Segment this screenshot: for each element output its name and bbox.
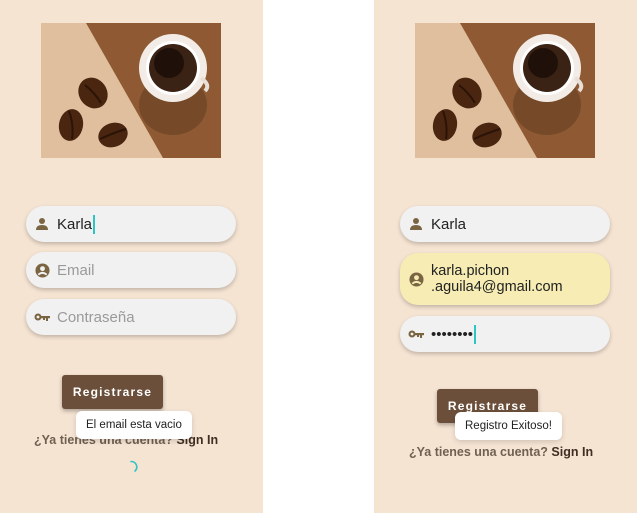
text-cursor xyxy=(93,214,96,234)
password-field[interactable]: Contraseña xyxy=(26,299,236,335)
password-placeholder: Contraseña xyxy=(57,308,135,326)
signin-prompt: ¿Ya tienes una cuenta? xyxy=(409,445,548,459)
password-field[interactable]: •••••••• xyxy=(400,316,610,352)
signin-link[interactable]: Sign In xyxy=(551,445,593,459)
email-field[interactable]: karla.pichon .aguila4@gmail.com xyxy=(400,253,610,305)
password-value: •••••••• xyxy=(431,325,474,343)
email-field[interactable]: Email xyxy=(26,252,236,288)
name-value: Karla xyxy=(431,215,467,233)
register-button[interactable]: Registrarse xyxy=(62,375,163,409)
spinner-icon xyxy=(130,460,138,472)
person-icon xyxy=(34,216,50,232)
email-value: karla.pichon .aguila4@gmail.com xyxy=(431,263,563,295)
toast-message: Registro Exitoso! xyxy=(455,412,562,440)
text-cursor xyxy=(474,324,477,344)
account-circle-icon xyxy=(34,262,50,278)
toast-message: El email esta vacio xyxy=(76,411,192,439)
key-icon xyxy=(34,309,50,325)
name-field[interactable]: Karla xyxy=(400,206,610,242)
coffee-hero-image xyxy=(41,23,221,158)
register-screen-empty-email: Karla Email Contraseña Registrarse ¿Ya t… xyxy=(0,0,263,513)
screen-divider xyxy=(263,0,374,513)
name-value: Karla xyxy=(57,215,93,233)
name-field[interactable]: Karla xyxy=(26,206,236,242)
email-placeholder: Email xyxy=(57,261,95,279)
coffee-hero-image xyxy=(415,23,595,158)
person-icon xyxy=(408,216,424,232)
register-screen-success: Karla karla.pichon .aguila4@gmail.com ••… xyxy=(374,0,637,513)
key-icon xyxy=(408,326,424,342)
account-circle-icon xyxy=(408,271,424,287)
signin-row: ¿Ya tienes una cuenta? Sign In xyxy=(409,445,593,459)
